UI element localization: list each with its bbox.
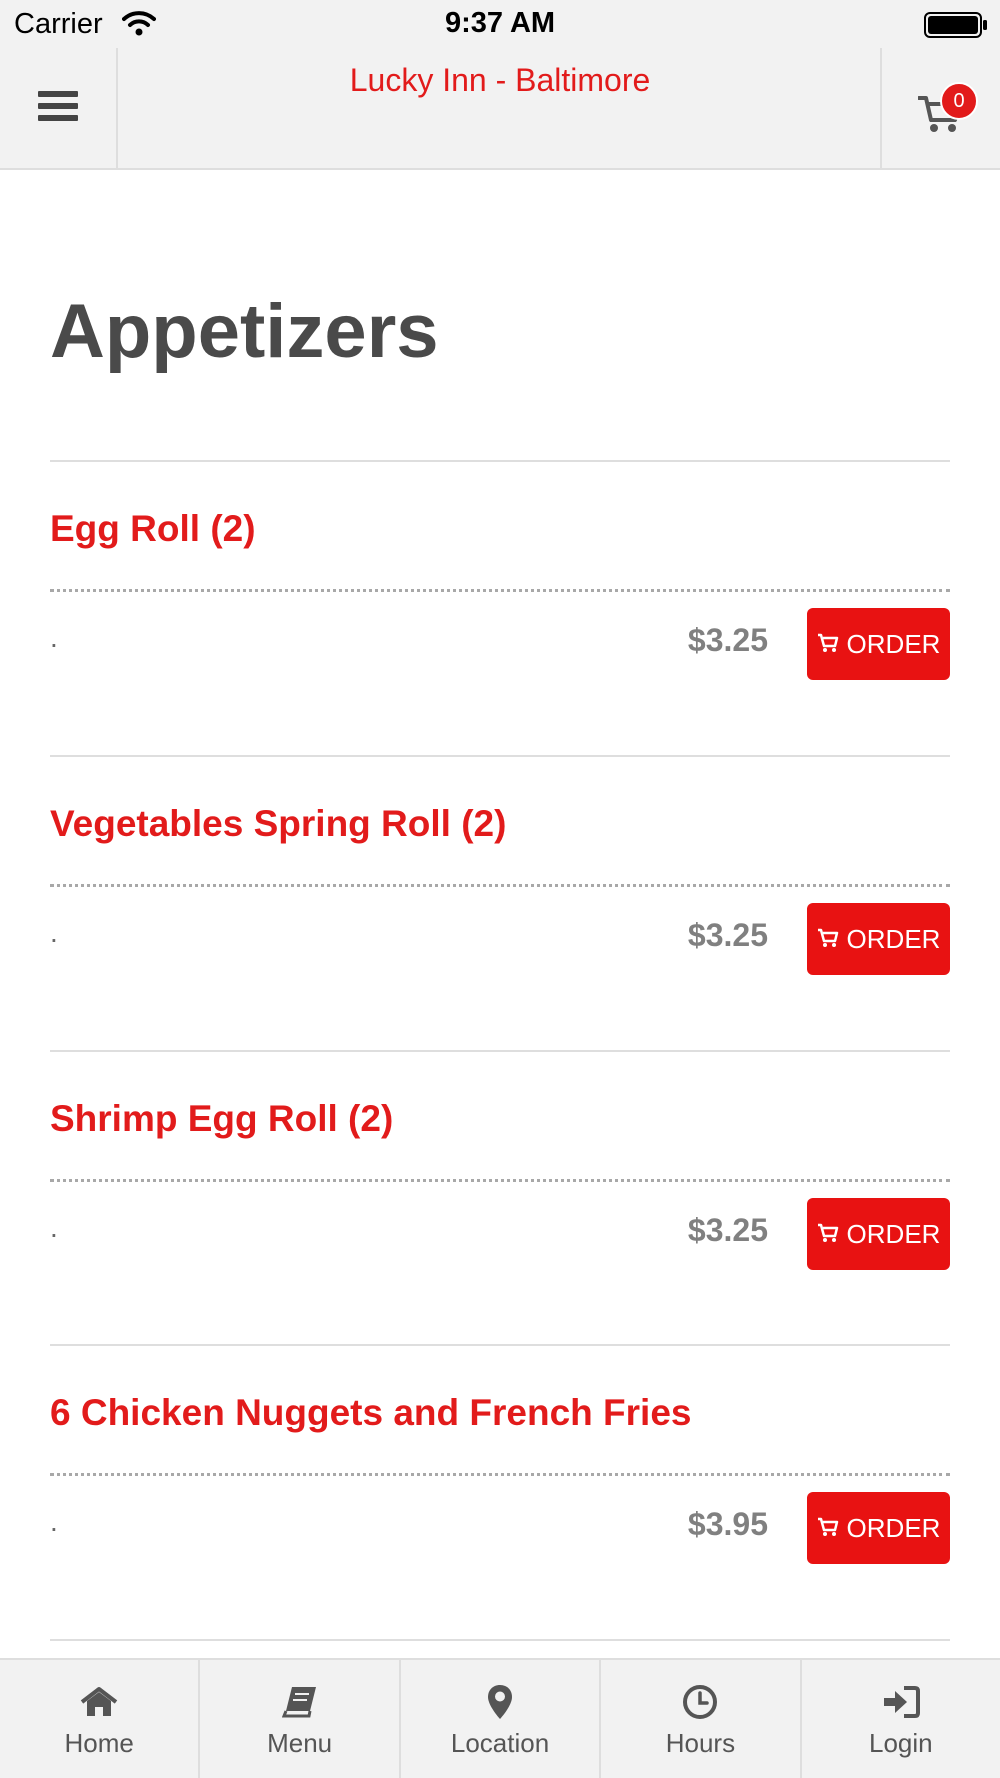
battery-icon xyxy=(924,12,988,43)
tab-label: Home xyxy=(64,1728,134,1758)
tab-location[interactable]: Location xyxy=(401,1660,602,1778)
menu-item: Vegetables Spring Roll (2) . $3.25 ORDER xyxy=(50,757,950,1051)
item-price: $3.25 xyxy=(687,622,768,658)
tab-menu[interactable]: Menu xyxy=(200,1660,401,1778)
cart-button[interactable]: 0 xyxy=(880,48,1000,168)
item-name[interactable]: Vegetables Spring Roll (2) xyxy=(50,803,506,845)
bottom-tab-bar: Home Menu Location Hours Login xyxy=(0,1658,1000,1778)
tab-login[interactable]: Login xyxy=(802,1660,1000,1778)
item-name[interactable]: 6 Chicken Nuggets and French Fries xyxy=(50,1392,691,1434)
dotted-separator xyxy=(50,884,950,887)
order-button-label: ORDER xyxy=(846,1218,941,1249)
sign-in-icon xyxy=(882,1682,920,1722)
cart-plus-icon xyxy=(817,924,839,955)
item-description: . xyxy=(50,622,58,653)
dotted-separator xyxy=(50,589,950,592)
restaurant-title: Lucky Inn - Baltimore xyxy=(349,62,651,98)
order-button-label: ORDER xyxy=(846,628,941,659)
clock-time: 9:37 AM xyxy=(444,7,556,39)
item-price: $3.95 xyxy=(687,1506,768,1542)
tab-label: Location xyxy=(450,1728,550,1758)
hamburger-icon xyxy=(38,89,78,128)
order-button[interactable]: ORDER xyxy=(807,1198,950,1270)
item-divider xyxy=(50,1639,950,1641)
dotted-separator xyxy=(50,1179,950,1182)
app-header: Lucky Inn - Baltimore 0 xyxy=(0,48,1000,170)
menu-item: Egg Roll (2) . $3.25 ORDER xyxy=(50,462,950,756)
book-icon xyxy=(281,1682,318,1722)
item-name[interactable]: Shrimp Egg Roll (2) xyxy=(50,1098,393,1140)
home-icon xyxy=(80,1682,118,1722)
order-button[interactable]: ORDER xyxy=(807,1492,950,1564)
tab-label: Menu xyxy=(267,1728,333,1758)
tab-label: Hours xyxy=(665,1728,736,1758)
item-description: . xyxy=(50,1506,58,1537)
order-button[interactable]: ORDER xyxy=(807,903,950,975)
status-bar: Carrier 9:37 AM xyxy=(0,0,1000,48)
dotted-separator xyxy=(50,1473,950,1476)
map-marker-icon xyxy=(487,1682,513,1722)
item-price: $3.25 xyxy=(687,1212,768,1248)
tab-label: Login xyxy=(869,1728,933,1758)
clock-icon xyxy=(682,1682,718,1722)
tab-hours[interactable]: Hours xyxy=(601,1660,802,1778)
menu-item: Shrimp Egg Roll (2) . $3.25 ORDER xyxy=(50,1052,950,1346)
cart-plus-icon xyxy=(817,1513,839,1544)
order-button[interactable]: ORDER xyxy=(807,608,950,680)
cart-plus-icon xyxy=(817,1219,839,1250)
item-description: . xyxy=(50,917,58,948)
section-title: Appetizers xyxy=(50,289,439,374)
item-name[interactable]: Egg Roll (2) xyxy=(50,508,256,550)
cart-count-badge: 0 xyxy=(940,82,978,120)
hamburger-menu-button[interactable] xyxy=(0,48,118,168)
item-price: $3.25 xyxy=(687,917,768,953)
menu-item: 6 Chicken Nuggets and French Fries . $3.… xyxy=(50,1346,950,1640)
order-button-label: ORDER xyxy=(846,923,941,954)
order-button-label: ORDER xyxy=(846,1512,941,1543)
item-description: . xyxy=(50,1212,58,1243)
cart-plus-icon xyxy=(817,629,839,660)
tab-home[interactable]: Home xyxy=(0,1660,201,1778)
